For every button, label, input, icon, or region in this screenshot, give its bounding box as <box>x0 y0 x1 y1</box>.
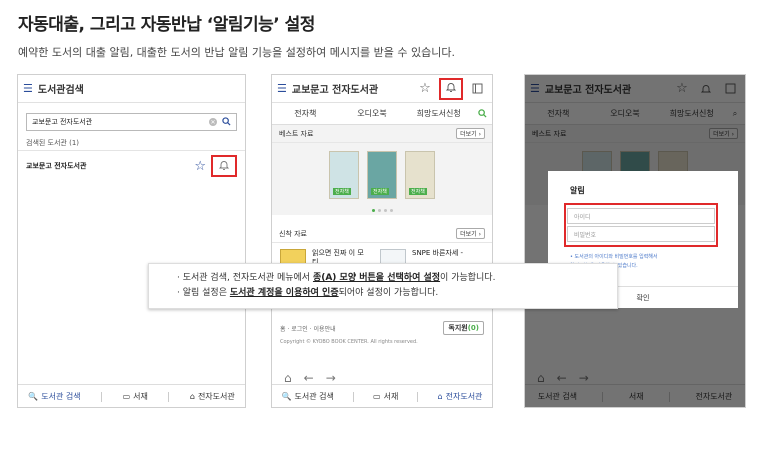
new-section-header: 신착 자료 더보기 › <box>272 225 492 243</box>
best-books: 전자책 전자책 전자책 <box>272 143 492 205</box>
nav-divider <box>417 391 419 402</box>
best-section-title: 베스트 자료 <box>279 129 314 138</box>
home-icon[interactable]: ⌂ <box>284 371 292 385</box>
tab-audiobook[interactable]: 오디오북 <box>339 103 406 124</box>
library-header-title: 교보문고 전자도서관 <box>291 85 379 96</box>
ebook-library-screen: ☰ 교보문고 전자도서관 ☆ 전자책 오디오북 희망도서신청 베스트 자료 더보… <box>271 74 493 408</box>
password-field[interactable]: 비밀번호 <box>567 226 715 242</box>
book-cover[interactable]: 전자책 <box>329 151 359 199</box>
bookshelf-icon: ▭ <box>373 392 381 401</box>
bell-button[interactable] <box>211 155 237 177</box>
searched-count: 검색된 도서관 (1) <box>18 131 245 151</box>
menu-icon[interactable]: ☰ <box>277 82 287 95</box>
nav-ebook-library[interactable]: ⌂ 전자도서관 <box>190 391 235 402</box>
id-field[interactable]: 아이디 <box>567 208 715 224</box>
search-icon[interactable] <box>222 116 231 128</box>
search-header: ☰ 도서관검색 <box>18 75 245 103</box>
star-icon[interactable]: ☆ <box>415 79 435 99</box>
footer-links[interactable]: 홈 · 로그인 · 이용안내 <box>280 324 336 333</box>
nav-divider <box>168 391 170 402</box>
building-icon: ⌂ <box>437 392 443 401</box>
book-cover[interactable]: 전자책 <box>405 151 435 199</box>
nav-library-search[interactable]: 🔍 도서관 검색 <box>28 391 80 402</box>
nav-bookshelf[interactable]: ▭ 서재 <box>373 391 398 402</box>
bell-icon <box>218 159 230 173</box>
library-result-item[interactable]: 교보문고 전자도서관 ☆ <box>18 151 245 181</box>
callout-line-1: · 도서관 검색, 전자도서관 메뉴에서 종(A) 모양 버튼을 선택하여 설정… <box>177 273 496 283</box>
nav-bookshelf[interactable]: ▭ 서재 <box>123 391 148 402</box>
tab-ebook[interactable]: 전자책 <box>272 103 339 124</box>
back-arrow-icon[interactable]: ← <box>304 371 314 385</box>
search-input-value: 교보문고 전자도서관 <box>32 118 93 126</box>
star-icon[interactable]: ☆ <box>194 159 206 174</box>
explanation-callout: · 도서관 검색, 전자도서관 메뉴에서 종(A) 모양 버튼을 선택하여 설정… <box>148 263 618 309</box>
tab-request[interactable]: 희망도서신청 <box>405 103 472 124</box>
nav-divider <box>352 391 354 402</box>
book-cover[interactable]: 전자책 <box>367 151 397 199</box>
dialog-note: • 도서관의 아이디와 비밀번호를 입력해서 <box>570 254 658 260</box>
clear-icon[interactable]: ✕ <box>209 118 217 126</box>
nav-ebook-library[interactable]: ⌂ 전자도서관 <box>438 391 483 402</box>
dialog-title: 알림 <box>570 186 585 195</box>
search-header-title: 도서관검색 <box>37 85 84 96</box>
nav-library-search[interactable]: 🔍 도서관 검색 <box>282 391 334 402</box>
library-search-screen: ☰ 도서관검색 교보문고 전자도서관 ✕ 검색된 도서관 (1) 교보문고 전자… <box>17 74 246 408</box>
new-section-title: 신착 자료 <box>279 229 307 238</box>
alarm-dialog-screen: ☰ 교보문고 전자도서관 ☆ 전자책 오디오북 희망도서신청 ⌕ 베스트 자료 … <box>524 74 746 408</box>
nav-divider <box>101 391 103 402</box>
bottom-nav: 🔍 도서관 검색 ▭ 서재 ⌂ 전자도서관 <box>18 384 245 407</box>
support-button[interactable]: 독지원(0) <box>443 321 484 335</box>
browser-nav: ⌂ ← → <box>284 371 336 385</box>
best-more-button[interactable]: 더보기 › <box>456 128 485 139</box>
forward-arrow-icon[interactable]: → <box>326 371 336 385</box>
site-footer: 홈 · 로그인 · 이용안내 독지원(0) <box>272 314 492 335</box>
credential-fields: 아이디 비밀번호 <box>564 203 718 247</box>
bell-icon <box>445 81 457 96</box>
library-tabs: 전자책 오디오북 희망도서신청 <box>272 103 492 125</box>
window-icon[interactable] <box>467 79 487 99</box>
bookshelf-icon: ▭ <box>122 392 131 401</box>
page-title: 자동대출, 그리고 자동반납 ‘알림기능’ 설정 <box>18 15 315 35</box>
building-icon: ⌂ <box>189 392 195 401</box>
callout-line-2: · 알림 설정은 도서관 계정을 이용하여 인증되어야 설정이 가능합니다. <box>177 288 439 298</box>
carousel-dots[interactable] <box>272 205 492 215</box>
best-section-header: 베스트 자료 더보기 › <box>272 125 492 143</box>
new-more-button[interactable]: 더보기 › <box>456 228 485 239</box>
library-header: ☰ 교보문고 전자도서관 ☆ <box>272 75 492 103</box>
tab-search-icon[interactable] <box>472 103 492 124</box>
search-doc-icon: 🔍 <box>28 392 39 401</box>
menu-icon[interactable]: ☰ <box>23 82 33 95</box>
copyright-text: Copyright © KYOBO BOOK CENTER. All right… <box>280 339 418 345</box>
bell-button[interactable] <box>439 77 463 100</box>
page-subtitle: 예약한 도서의 대출 알림, 대출한 도서의 반납 알림 기능을 설정하여 메시… <box>18 46 456 59</box>
library-result-name: 교보문고 전자도서관 <box>26 162 87 170</box>
search-doc-icon: 🔍 <box>281 392 292 401</box>
bottom-nav: 🔍 도서관 검색 ▭ 서재 ⌂ 전자도서관 <box>272 384 492 407</box>
library-search-input[interactable]: 교보문고 전자도서관 ✕ <box>26 113 237 131</box>
